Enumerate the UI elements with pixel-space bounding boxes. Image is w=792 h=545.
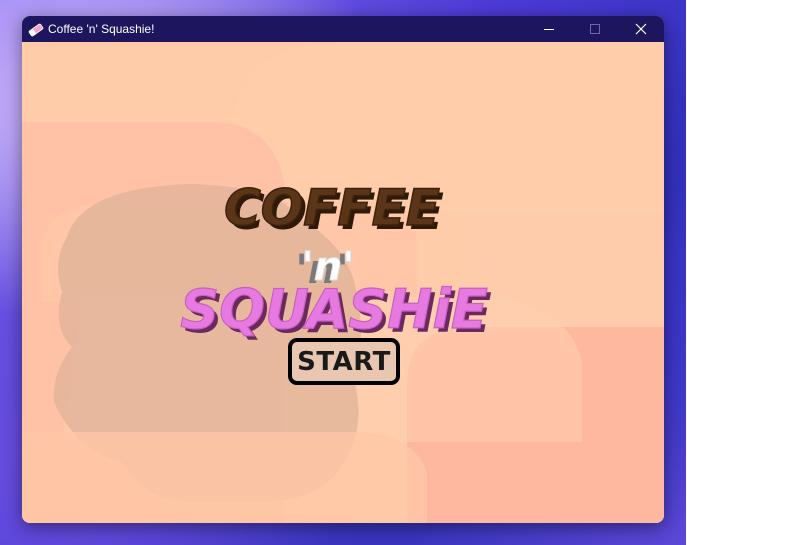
close-icon xyxy=(635,23,647,35)
window-title: Coffee 'n' Squashie! xyxy=(48,22,155,36)
eraser-icon xyxy=(28,22,44,37)
game-canvas: COFFEE COFFEE 'n' 'n' SQUASHiE SQUASHiE … xyxy=(22,42,664,523)
close-button[interactable] xyxy=(618,16,664,42)
game-window: Coffee 'n' Squashie! COFFEE COFFEE 'n' '… xyxy=(22,16,664,523)
maximize-icon xyxy=(590,24,600,34)
logo-coffee: COFFEE xyxy=(224,179,440,237)
minimize-icon xyxy=(544,29,554,30)
maximize-button[interactable] xyxy=(572,16,618,42)
minimize-button[interactable] xyxy=(526,16,572,42)
game-logo: COFFEE COFFEE 'n' 'n' SQUASHiE SQUASHiE xyxy=(180,178,492,345)
start-button[interactable]: START xyxy=(288,338,400,385)
logo-squashie: SQUASHiE xyxy=(180,278,488,341)
title-bar[interactable]: Coffee 'n' Squashie! xyxy=(22,16,664,42)
